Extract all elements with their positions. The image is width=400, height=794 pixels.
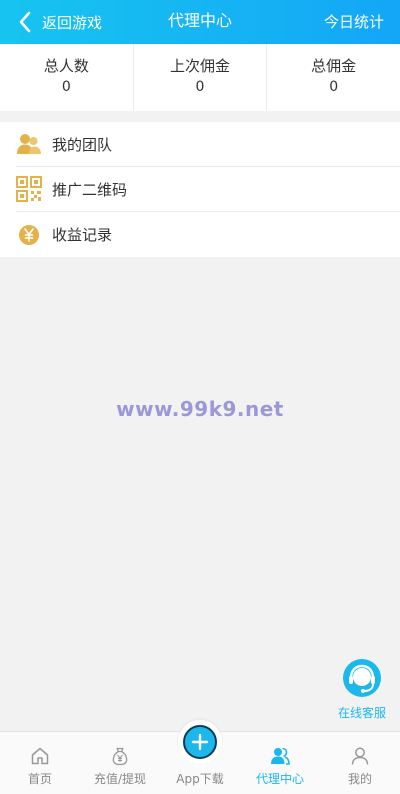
headset-icon [343,659,381,697]
qrcode-icon [16,176,42,202]
user-icon [351,747,369,765]
app-download-circle [178,720,222,764]
menu-item-label: 我的团队 [52,135,113,154]
bottom-tab-bar: 首页 充值/提现 App下载 代理中心 我的 [0,720,400,794]
tab-app-download[interactable]: App下载 [160,720,240,794]
tab-label: 我的 [347,772,372,786]
menu-item-earnings-record[interactable]: 收益记录 [16,212,400,257]
agent-icon [271,747,290,765]
tab-label: App下载 [176,772,224,786]
tab-mine[interactable]: 我的 [320,732,400,794]
chevron-left-icon [19,11,31,33]
watermark-text: www.99k9.net [116,397,284,421]
stat-value: 0 [329,79,339,95]
back-label: 返回游戏 [42,13,103,32]
today-stats-button[interactable]: 今日统计 [324,0,384,44]
back-to-game-button[interactable]: 返回游戏 [18,0,102,44]
tab-label: 代理中心 [255,772,304,786]
menu-item-label: 推广二维码 [52,180,128,199]
stat-value: 0 [61,79,71,95]
stat-total-members: 总人数 0 [0,44,134,111]
stats-panel: 总人数 0 上次佣金 0 总佣金 0 [0,44,400,111]
menu-item-promo-qrcode[interactable]: 推广二维码 [16,167,400,212]
stat-label: 总人数 [43,57,89,75]
plus-icon [183,725,217,759]
online-service-button[interactable]: 在线客服 [334,658,390,721]
tab-recharge-withdraw[interactable]: 充值/提现 [80,732,160,794]
online-service-label: 在线客服 [337,706,386,720]
stat-label: 上次佣金 [170,57,231,75]
money-bag-icon [112,747,128,766]
top-header: 返回游戏 代理中心 今日统计 [0,0,400,44]
menu-item-label: 收益记录 [52,226,113,244]
agent-menu: 我的团队 推广二维码 收益记录 [0,122,400,257]
yen-coin-icon [16,222,42,248]
tab-agent-center[interactable]: 代理中心 [240,732,320,794]
stat-value: 0 [195,79,205,95]
stat-total-commission: 总佣金 0 [267,44,400,111]
stat-label: 总佣金 [311,57,357,75]
stat-last-commission: 上次佣金 0 [134,44,268,111]
tab-home[interactable]: 首页 [0,732,80,794]
home-icon [31,747,49,765]
team-icon [16,131,42,157]
tab-label: 首页 [27,772,52,786]
menu-item-my-team[interactable]: 我的团队 [16,122,400,167]
tab-label: 充值/提现 [93,772,147,786]
